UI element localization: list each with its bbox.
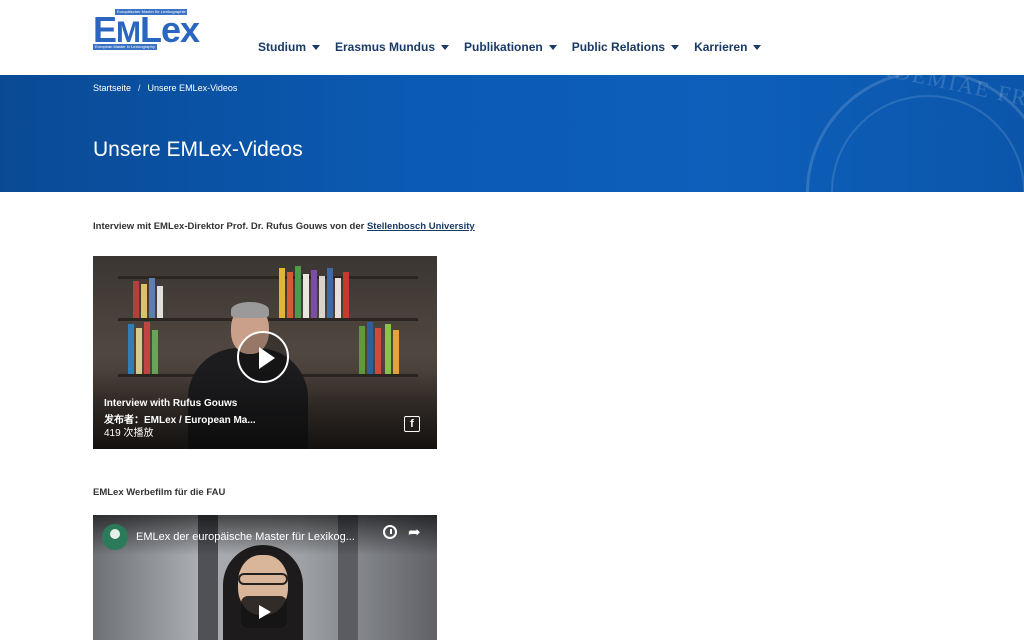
book [144,322,150,374]
video1-title[interactable]: Interview with Rufus Gouws [104,398,237,409]
seal-inner-ring [831,95,1024,192]
book [385,324,391,374]
book [343,272,349,318]
chevron-down-icon [671,44,680,50]
video2-title[interactable]: EMLex der europäische Master für Lexikog… [136,531,355,543]
video1-views: 419 次播放 [104,428,154,439]
watch-later-icon[interactable] [383,525,397,539]
shelf [118,276,418,279]
nav-item-label: Karrieren [694,40,748,54]
play-triangle [259,605,271,619]
logo-tagline-bottom: European Master in Lexicography [93,44,157,50]
site-header: EMLex Europäischer Master für Lexikograp… [0,0,1024,75]
nav-item-label: Erasmus Mundus [335,40,436,54]
chevron-down-icon [312,44,320,50]
share-icon[interactable]: ➦ [408,523,421,541]
book [157,286,163,318]
nav-item-label: Studium [258,40,306,54]
page-banner: ACADEMIAE FRIDERICO ALE Startseite / Uns… [0,75,1024,192]
book [359,326,365,374]
book [136,328,142,374]
book [149,278,155,318]
chevron-down-icon [548,44,557,50]
video1-caption-text: Interview mit EMLex-Direktor Prof. Dr. R… [93,221,367,232]
breadcrumb-home-link[interactable]: Startseite [93,83,131,93]
page-title: Unsere EMLex-Videos [93,138,303,161]
stellenbosch-university-link[interactable]: Stellenbosch University [367,221,475,232]
video2-caption: EMLex Werbefilm für die FAU [93,487,226,498]
facebook-icon[interactable]: f [404,416,420,432]
nav-item-publikationen[interactable]: Publikationen [464,39,557,55]
book [152,330,158,374]
video-embed-interview[interactable]: Interview with Rufus Gouws 发布者：EMLex / E… [93,256,437,449]
speaker-glasses [238,573,288,585]
book [367,322,373,374]
emlex-logo[interactable]: EMLex Europäischer Master für Lexikograp… [93,8,200,50]
nav-item-studium[interactable]: Studium [258,39,320,55]
breadcrumb-current: Unsere EMLex-Videos [147,83,238,93]
book [133,281,139,318]
video1-caption: Interview mit EMLex-Direktor Prof. Dr. R… [93,221,475,232]
nav-item-erasmus-mundus[interactable]: Erasmus Mundus [335,39,450,55]
book [141,284,147,318]
breadcrumb-separator: / [138,83,141,93]
book [393,330,399,374]
chevron-down-icon [753,44,762,50]
person-hair [231,302,269,318]
book [128,324,134,374]
main-nav: Studium Erasmus Mundus Publikationen Pub… [258,39,776,55]
video-embed-werbefilm[interactable]: EMLex der europäische Master für Lexikog… [93,515,437,640]
logo-tagline-top: Europäischer Master für Lexikographie [115,9,187,15]
nav-item-label: Public Relations [571,40,666,54]
nav-item-public-relations[interactable]: Public Relations [571,39,680,55]
channel-avatar-icon[interactable] [102,524,128,550]
play-triangle [259,347,275,369]
play-icon[interactable] [237,331,289,383]
nav-item-karrieren[interactable]: Karrieren [694,39,762,55]
book [375,328,381,374]
chevron-down-icon [441,44,450,50]
youtube-play-icon[interactable] [241,596,287,628]
logo-box: EMLex Europäischer Master für Lexikograp… [93,8,200,50]
breadcrumb: Startseite / Unsere EMLex-Videos [93,83,237,93]
nav-item-label: Publikationen [464,40,543,54]
